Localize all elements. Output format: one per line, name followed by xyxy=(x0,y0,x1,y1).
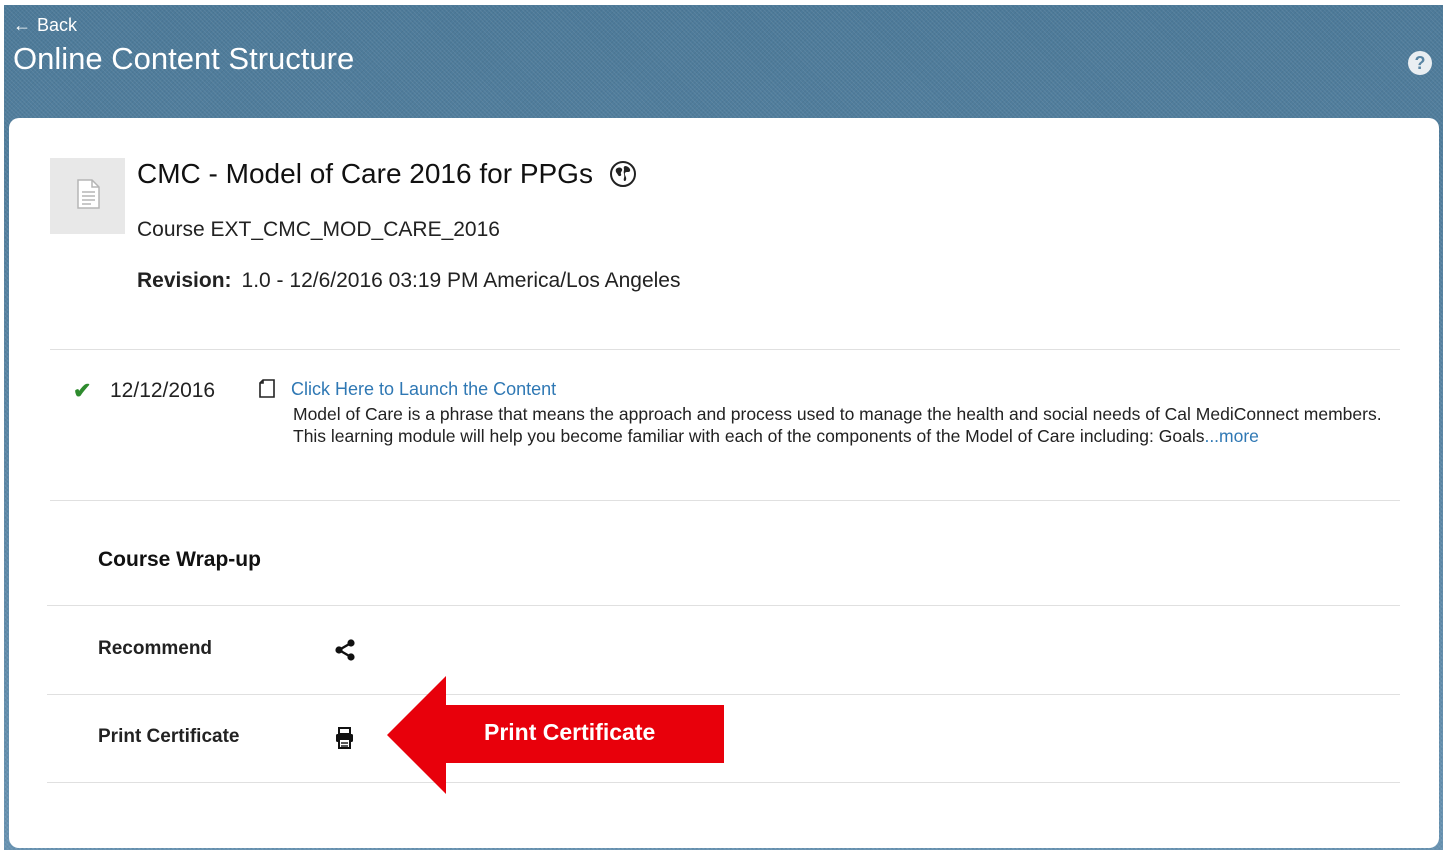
page-title: Online Content Structure xyxy=(13,41,355,76)
divider xyxy=(50,349,1400,350)
recommend-label: Recommend xyxy=(98,638,213,659)
divider xyxy=(47,605,1400,606)
document-icon xyxy=(75,178,101,214)
print-certificate-label: Print Certificate xyxy=(98,726,240,747)
back-arrow-icon: ← xyxy=(13,15,31,35)
help-icon[interactable]: ? xyxy=(1408,51,1432,75)
wrapup-heading: Course Wrap-up xyxy=(98,548,261,571)
back-label: Back xyxy=(37,15,78,35)
revision-line: Revision: 1.0 - 12/6/2016 03:19 PM Americ… xyxy=(137,269,680,293)
callout-label: Print Certificate xyxy=(484,719,656,745)
document-outline-icon xyxy=(258,379,276,399)
course-title: CMC - Model of Care 2016 for PPGs xyxy=(137,158,593,189)
checkmark-icon: ✔ xyxy=(73,378,92,403)
page: ← Back Online Content Structure ? CMC - M… xyxy=(0,0,1447,850)
divider xyxy=(50,500,1400,501)
back-link[interactable]: ← Back xyxy=(13,15,77,36)
share-icon[interactable] xyxy=(334,638,356,662)
globe-icon xyxy=(609,160,637,188)
printer-icon[interactable] xyxy=(334,726,356,750)
content-description: Model of Care is a phrase that means the… xyxy=(293,403,1398,447)
print-certificate-callout-arrow: Print Certificate xyxy=(387,676,727,794)
revision-value: 1.0 - 12/6/2016 03:19 PM America/Los Ang… xyxy=(241,269,681,292)
completion-date: 12/12/2016 xyxy=(110,379,216,402)
course-thumbnail xyxy=(50,158,125,234)
revision-label: Revision: xyxy=(137,269,232,292)
course-title-row: CMC - Model of Care 2016 for PPGs xyxy=(137,158,637,190)
launch-content-link[interactable]: Click Here to Launch the Content xyxy=(291,379,556,400)
course-code: Course EXT_CMC_MOD_CARE_2016 xyxy=(137,218,500,241)
more-link[interactable]: ...more xyxy=(1204,426,1258,446)
